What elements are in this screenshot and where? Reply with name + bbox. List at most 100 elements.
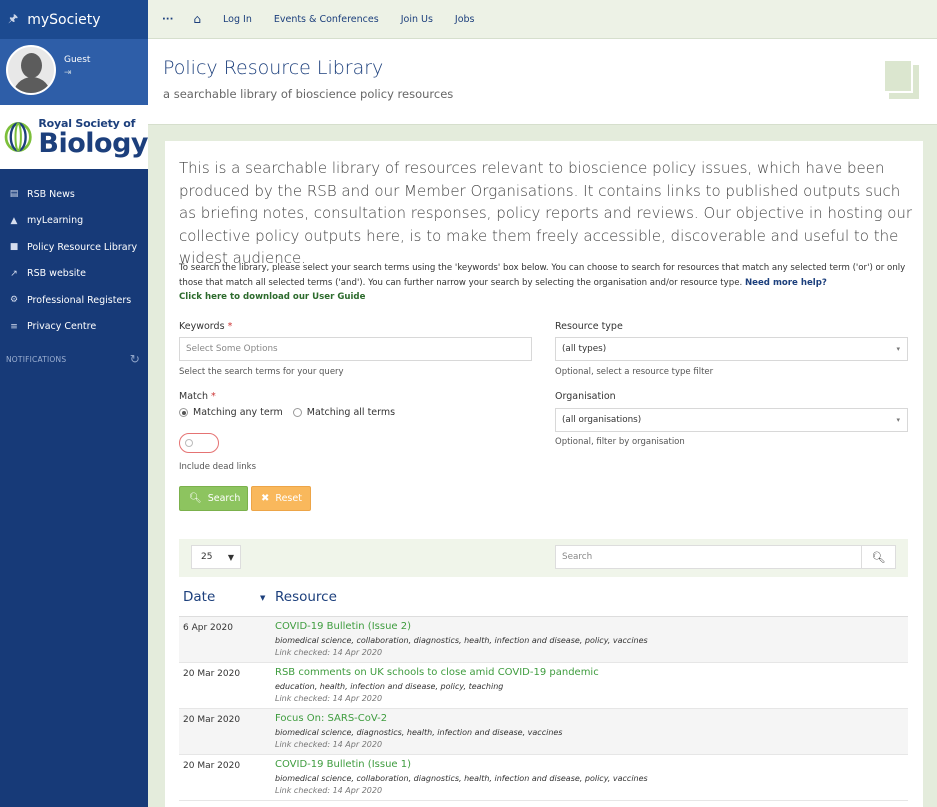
logo-line1: Royal Society of — [38, 116, 136, 130]
organisation-value: (all organisations) — [562, 415, 642, 425]
sidebar-item-label: Privacy Centre — [27, 321, 97, 333]
home-icon[interactable]: ⌂ — [193, 12, 201, 26]
nav-join-us[interactable]: Join Us — [401, 14, 433, 25]
row-title-link[interactable]: COVID-19 Bulletin (Issue 1) — [275, 759, 411, 770]
keywords-label: Keywords * — [179, 321, 233, 332]
match-all-label[interactable]: Matching all terms — [307, 407, 395, 418]
chevron-down-icon: ▾ — [896, 416, 900, 424]
top-nav: ··· ⌂ Log In Events & Conferences Join U… — [148, 0, 937, 39]
row-date: 6 Apr 2020 — [183, 623, 233, 633]
sort-desc-icon[interactable]: ▼ — [260, 594, 265, 602]
row-link-checked: Link checked: 14 Apr 2020 — [275, 648, 383, 657]
search-icon: 🔍︎ — [189, 493, 202, 504]
sidebar-item-policy-library[interactable]: ■ Policy Resource Library — [0, 234, 148, 261]
rsb-logo-mark-icon — [4, 122, 32, 152]
content-panel: This is a searchable library of resource… — [165, 141, 923, 807]
row-date: 20 Mar 2020 — [183, 715, 241, 725]
user-name: Guest — [64, 55, 91, 65]
row-date: 20 Mar 2020 — [183, 669, 241, 679]
organisation-select[interactable]: (all organisations) ▾ — [555, 408, 908, 432]
row-tags: biomedical science, diagnostics, health,… — [275, 728, 563, 737]
graduation-cap-icon: ▲ — [10, 215, 18, 226]
organisation-hint: Optional, filter by organisation — [555, 437, 685, 447]
row-title-link[interactable]: RSB comments on UK schools to close amid… — [275, 667, 599, 678]
match-any-radio[interactable] — [179, 408, 188, 417]
sidebar-item-label: RSB website — [27, 268, 86, 280]
sliders-icon: ≡ — [10, 321, 18, 332]
organisation-label: Organisation — [555, 391, 616, 402]
column-header-date[interactable]: Date — [183, 589, 215, 605]
dead-links-toggle[interactable] — [179, 433, 219, 453]
match-all-radio[interactable] — [292, 408, 302, 417]
row-date: 20 Mar 2020 — [183, 761, 241, 771]
column-header-resource[interactable]: Resource — [275, 589, 337, 605]
close-icon: ✖ — [261, 493, 270, 504]
brand-label: mySociety — [27, 11, 101, 28]
sign-in-icon[interactable]: ⇥ — [64, 68, 90, 78]
sidebar: 🖈 mySociety Guest ⇥ Royal Society of Bio… — [0, 0, 148, 807]
help-link[interactable]: Need more help? — [745, 278, 827, 288]
resource-type-value: (all types) — [562, 344, 607, 354]
match-any-label[interactable]: Matching any term — [193, 407, 283, 418]
page-subtitle: a searchable library of bioscience polic… — [163, 87, 454, 101]
row-link-checked: Link checked: 14 Apr 2020 — [275, 786, 383, 795]
search-button-label: Search — [207, 493, 241, 504]
page-size-value: 25 — [201, 552, 213, 562]
sidebar-item-rsb-website[interactable]: ↗ RSB website — [0, 261, 148, 288]
sidebar-item-professional-registers[interactable]: ⚙ Professional Registers — [0, 287, 148, 314]
table-row: 6 Apr 2020 COVID-19 Bulletin (Issue 2) b… — [179, 617, 908, 663]
resource-type-select[interactable]: (all types) ▾ — [555, 337, 908, 361]
sidebar-item-rsb-news[interactable]: ▤ RSB News — [0, 181, 148, 208]
sidebar-nav: ▤ RSB News ▲ myLearning ■ Policy Resourc… — [0, 181, 148, 340]
match-label: Match * — [179, 391, 216, 402]
external-link-icon: ↗ — [10, 268, 18, 279]
refresh-icon[interactable]: ↻ — [130, 352, 140, 366]
nav-login[interactable]: Log In — [223, 14, 252, 25]
rsb-logo[interactable]: Royal Society of Biology — [0, 105, 148, 169]
caret-down-icon: ▼ — [227, 552, 234, 562]
row-tags: education, health, infection and disease… — [275, 682, 504, 691]
row-title-link[interactable]: Focus On: SARS-CoV-2 — [275, 713, 387, 724]
table-row: 20 Mar 2020 Focus On: SARS-CoV-2 biomedi… — [179, 709, 908, 755]
page-title: Policy Resource Library — [163, 57, 384, 79]
instructions-text: To search the library, please select you… — [179, 261, 914, 305]
avatar[interactable] — [6, 45, 56, 95]
nav-events[interactable]: Events & Conferences — [274, 14, 379, 25]
sidebar-item-label: RSB News — [27, 188, 75, 200]
keywords-input[interactable]: Select Some Options — [179, 337, 532, 361]
cog-icon: ⚙ — [9, 295, 19, 306]
dead-links-label: Include dead links — [179, 462, 257, 472]
table-search-button[interactable]: 🔍︎ — [861, 545, 896, 569]
sidebar-item-mylearning[interactable]: ▲ myLearning — [0, 208, 148, 235]
nav-jobs[interactable]: Jobs — [455, 14, 475, 25]
match-radio-group: Matching any term Matching all terms — [179, 407, 405, 418]
resource-type-label: Resource type — [555, 321, 623, 332]
table-toolbar: 25 ▼ Search 🔍︎ — [179, 539, 908, 577]
table-search-input[interactable]: Search — [555, 545, 862, 569]
more-icon[interactable]: ··· — [162, 14, 173, 25]
notifications-label: NOTIFICATIONS — [6, 354, 67, 364]
keywords-hint: Select the search terms for your query — [179, 367, 344, 377]
intro-text: This is a searchable library of resource… — [179, 159, 913, 267]
book-icon: ■ — [9, 242, 19, 253]
page-size-select[interactable]: 25 ▼ — [191, 545, 241, 569]
notifications-header: NOTIFICATIONS ↻ — [0, 352, 148, 366]
pin-icon[interactable]: 🖈 — [8, 10, 18, 29]
search-button[interactable]: 🔍︎ Search — [179, 486, 248, 511]
search-icon: 🔍︎ — [871, 550, 886, 564]
row-tags: biomedical science, collaboration, diagn… — [275, 636, 648, 645]
sidebar-item-label: Policy Resource Library — [27, 241, 138, 253]
table-row: 20 Mar 2020 COVID-19 Bulletin (Issue 1) … — [179, 755, 908, 801]
newspaper-icon: ▤ — [9, 189, 19, 200]
brand-bar[interactable]: 🖈 mySociety — [0, 0, 148, 39]
sidebar-item-label: myLearning — [27, 215, 84, 227]
row-title-link[interactable]: COVID-19 Bulletin (Issue 2) — [275, 621, 411, 632]
row-tags: biomedical science, collaboration, diagn… — [275, 774, 648, 783]
sidebar-item-privacy-centre[interactable]: ≡ Privacy Centre — [0, 314, 148, 341]
user-panel: Guest ⇥ — [0, 39, 148, 105]
user-guide-link[interactable]: Click here to download our User Guide — [179, 292, 365, 302]
row-link-checked: Link checked: 14 Apr 2020 — [275, 740, 383, 749]
page-header: Policy Resource Library a searchable lib… — [148, 39, 937, 125]
chevron-down-icon: ▾ — [896, 345, 900, 353]
reset-button[interactable]: ✖ Reset — [251, 486, 311, 511]
